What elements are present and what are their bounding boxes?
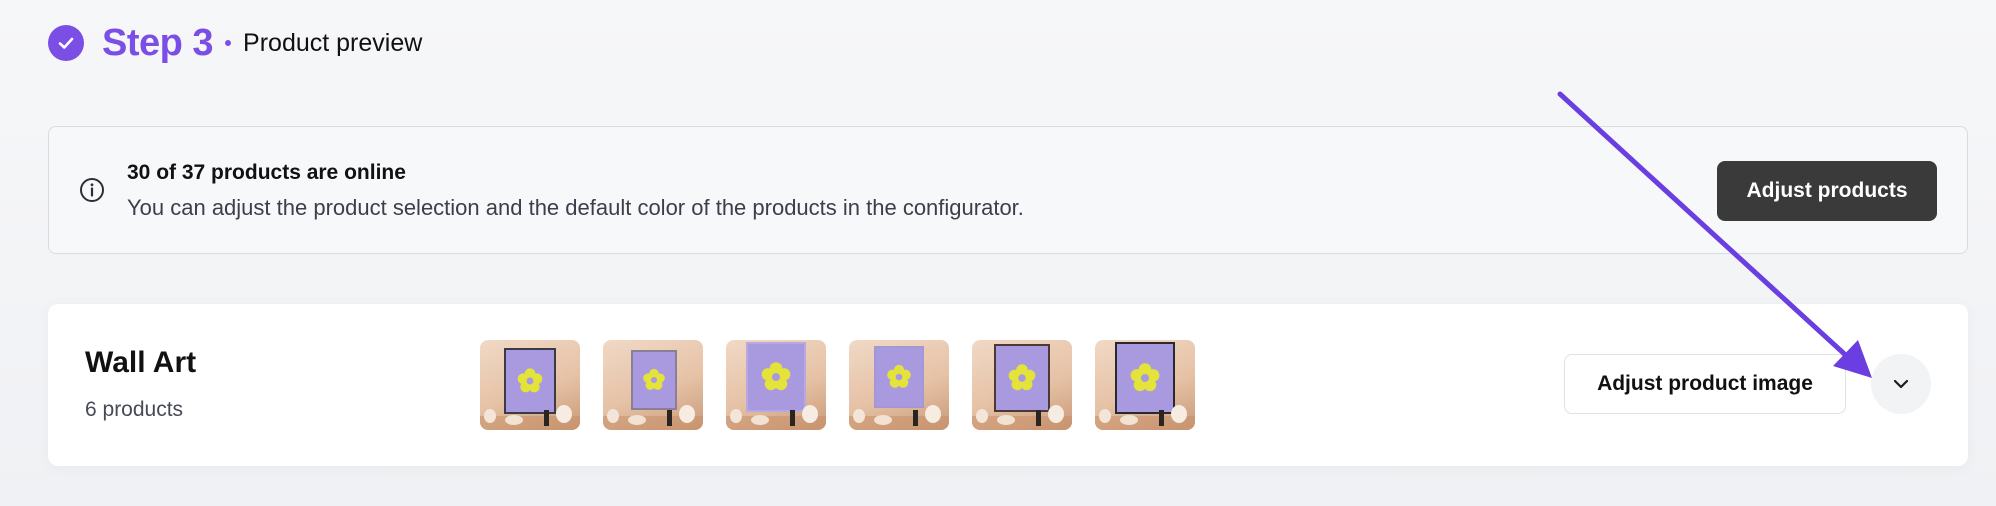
product-group-title: Wall Art (85, 346, 197, 379)
online-status-title: 30 of 37 products are online (127, 161, 406, 184)
step-separator-dot (225, 40, 232, 46)
product-thumbnail (480, 340, 580, 430)
check-circle-icon (48, 25, 84, 61)
step-subtitle: Product preview (243, 28, 423, 57)
product-group-count: 6 products (85, 398, 184, 421)
chevron-down-icon (1893, 379, 1909, 389)
product-thumbnail (726, 340, 826, 430)
product-thumbnail (849, 340, 949, 430)
product-thumbnail (603, 340, 703, 430)
adjust-products-button[interactable]: Adjust products (1717, 161, 1937, 221)
product-thumbnails (480, 340, 1195, 430)
online-status-description: You can adjust the product selection and… (127, 195, 1024, 220)
page: Step 3 Product preview 30 of 37 products… (0, 0, 1996, 506)
step-title: Step 3 (102, 21, 214, 64)
product-thumbnail (1095, 340, 1195, 430)
expand-button[interactable] (1871, 354, 1931, 414)
product-group-card: Wall Art 6 products Adjust product image (48, 304, 1968, 466)
info-icon (80, 178, 104, 202)
step-header: Step 3 Product preview (48, 20, 422, 66)
adjust-product-image-button[interactable]: Adjust product image (1564, 354, 1846, 414)
online-status-card: 30 of 37 products are online You can adj… (48, 126, 1968, 254)
product-thumbnail (972, 340, 1072, 430)
